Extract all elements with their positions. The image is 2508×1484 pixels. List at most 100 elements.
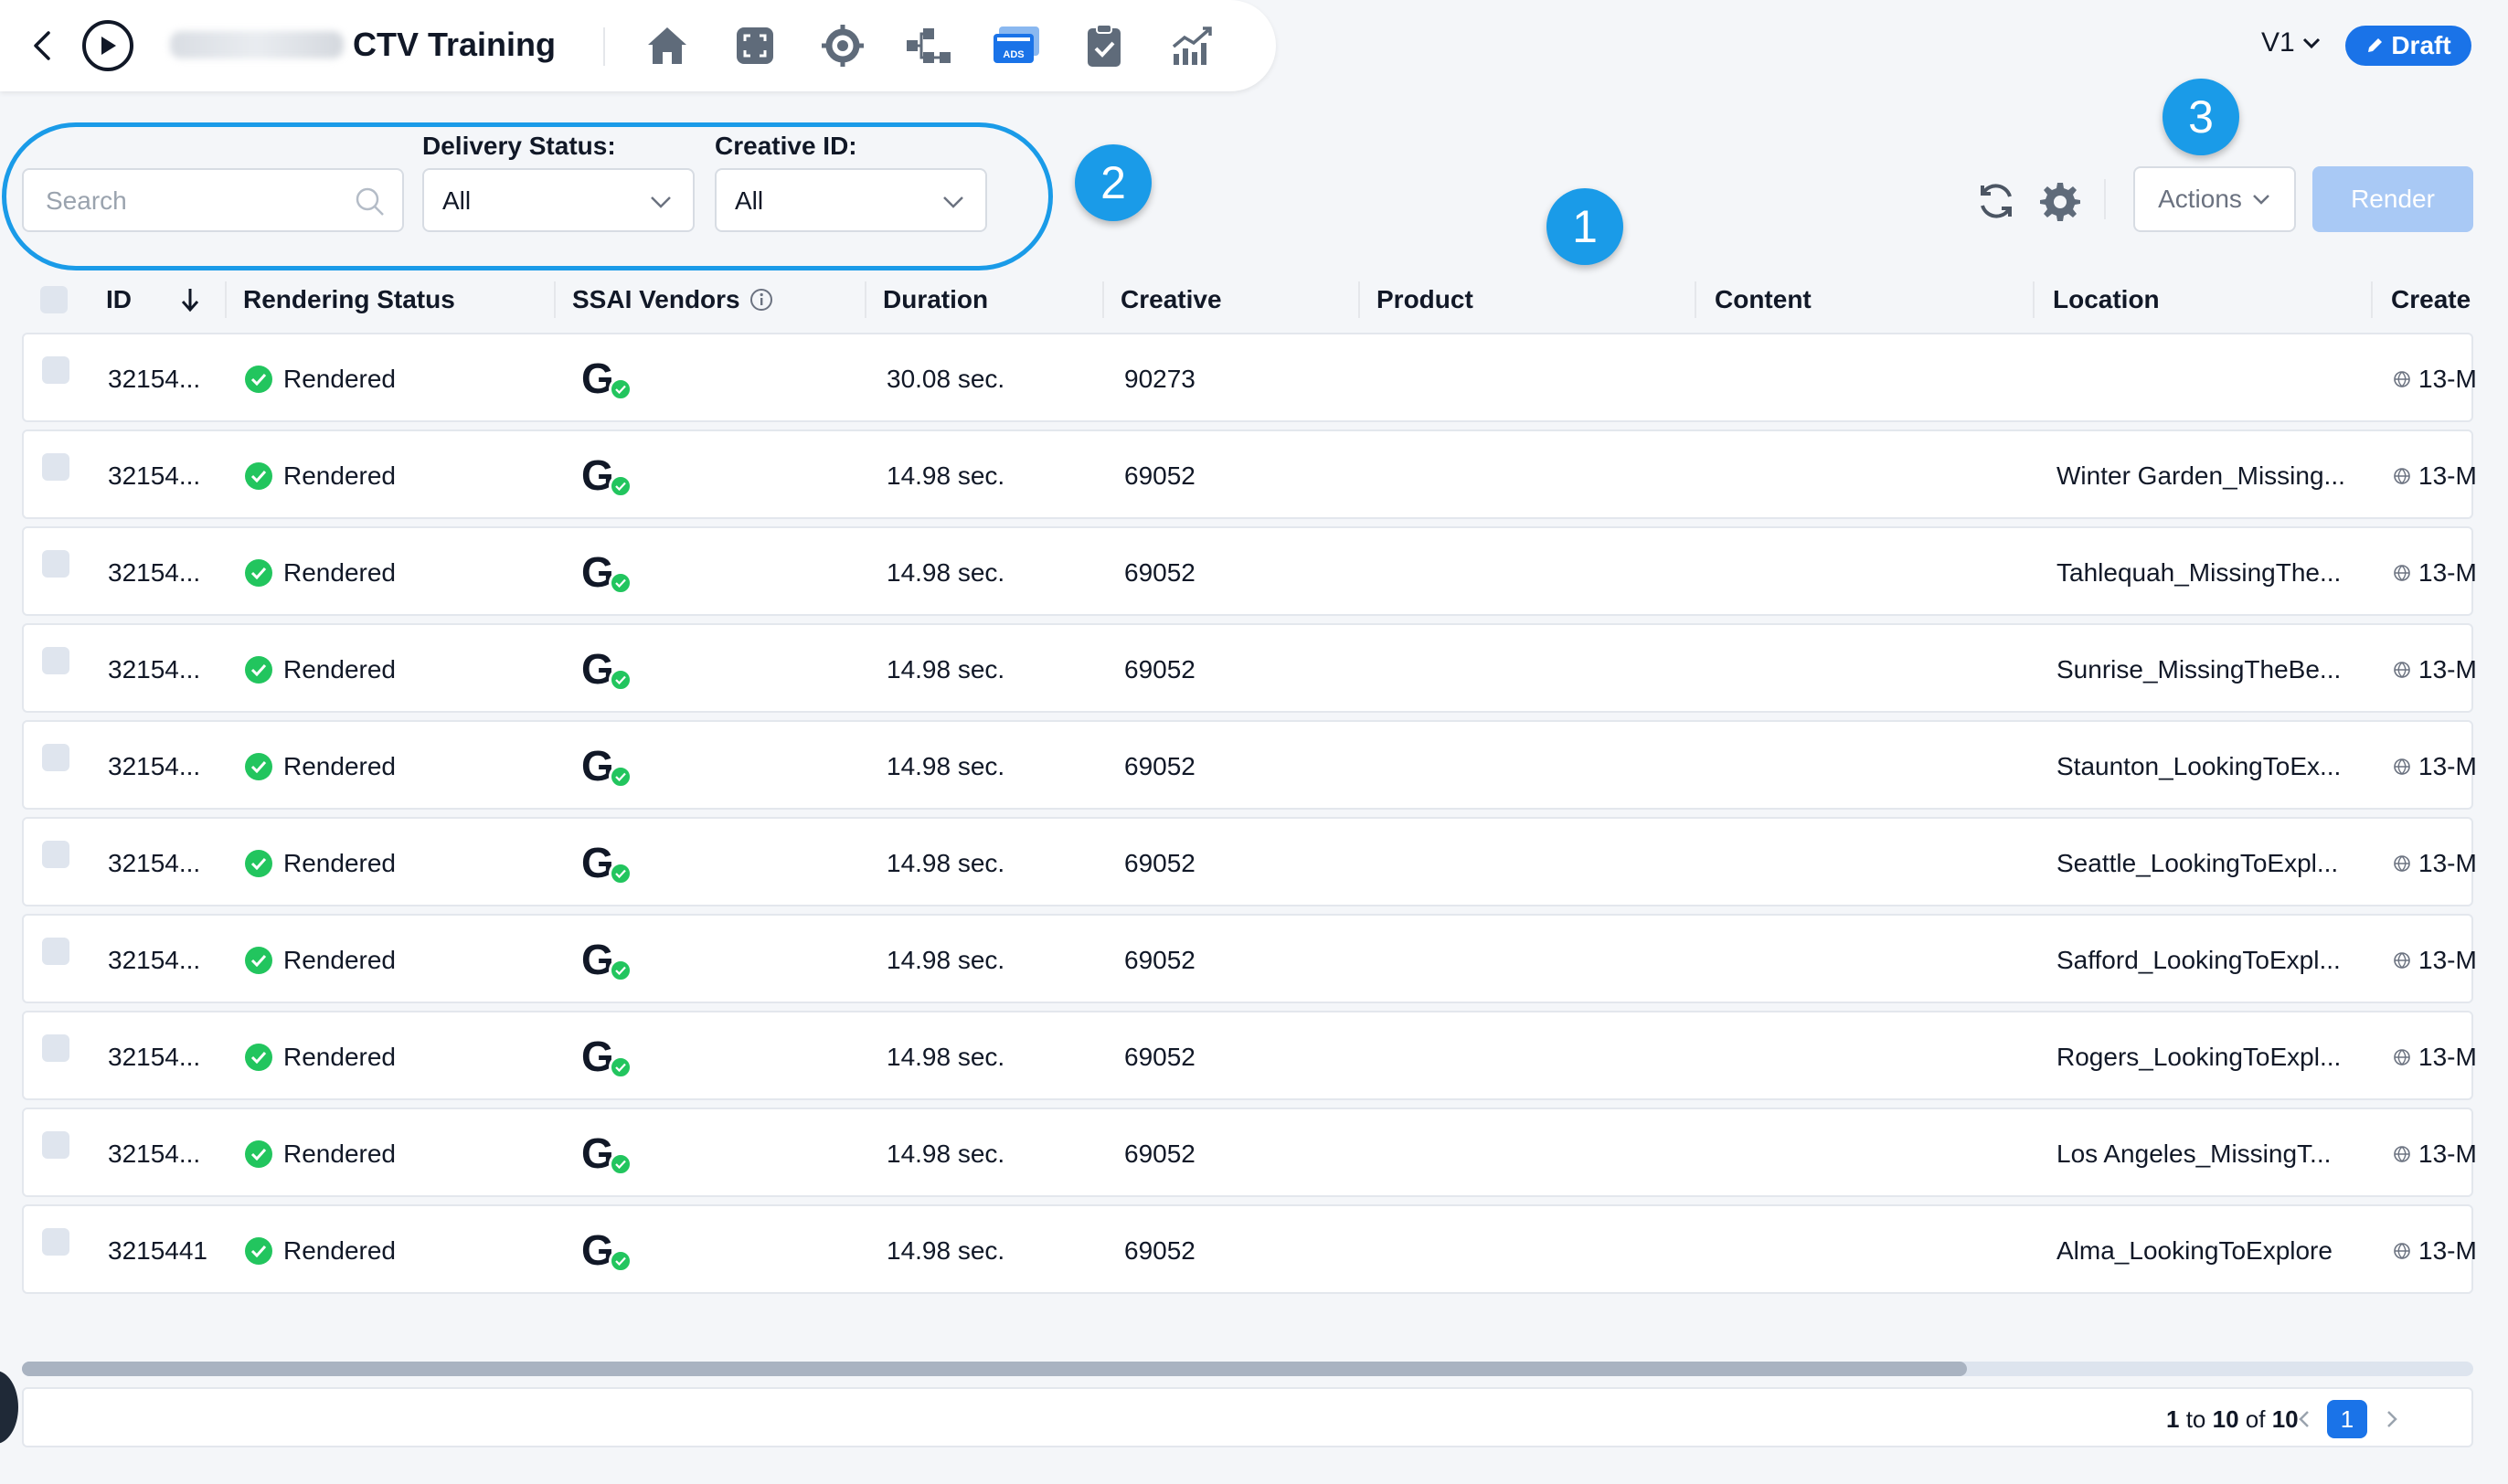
home-icon[interactable]	[642, 20, 693, 71]
annotation-badge-3: 3	[2163, 79, 2239, 155]
chevron-right-icon[interactable]	[2378, 1405, 2406, 1433]
created-date: 13-M	[2418, 1236, 2477, 1265]
cell-ssai-vendor: G	[581, 625, 632, 715]
table-row[interactable]: 32154... Rendered G 14.98 sec. 69052 Rog…	[22, 1011, 2477, 1100]
globe-icon	[2394, 758, 2410, 775]
column-header-created[interactable]: Create	[2391, 272, 2471, 327]
vendor-check-icon	[609, 474, 632, 498]
vendor-check-icon	[609, 1152, 632, 1176]
column-header-product[interactable]: Product	[1376, 272, 1473, 327]
info-icon[interactable]	[749, 288, 773, 312]
column-header-id[interactable]: ID	[106, 272, 132, 327]
back-arrow-icon[interactable]	[22, 26, 62, 66]
draft-button[interactable]: Draft	[2345, 26, 2471, 66]
status-text: Rendered	[283, 849, 396, 877]
horizontal-scrollbar-thumb[interactable]	[22, 1362, 1967, 1376]
table-row[interactable]: 32154... Rendered G 14.98 sec. 69052 Los…	[22, 1108, 2477, 1199]
google-vendor-icon: G	[581, 354, 632, 405]
row-checkbox[interactable]	[42, 938, 69, 965]
check-circle-icon	[245, 1044, 272, 1071]
vendor-check-icon	[609, 571, 632, 595]
column-divider	[1102, 281, 1104, 318]
focus-frame-icon[interactable]	[729, 20, 781, 71]
column-divider	[225, 281, 227, 318]
cell-id: 32154...	[108, 849, 201, 877]
column-header-content[interactable]: Content	[1715, 272, 1812, 327]
sort-descending-icon[interactable]	[179, 272, 201, 327]
cell-rendering-status: Rendered	[245, 1109, 396, 1199]
row-checkbox[interactable]	[42, 356, 69, 384]
refresh-icon[interactable]	[1974, 179, 2018, 223]
cell-ssai-vendor: G	[581, 528, 632, 618]
chevron-left-icon[interactable]	[2290, 1405, 2318, 1433]
analytics-chart-icon[interactable]	[1166, 20, 1217, 71]
row-checkbox[interactable]	[42, 453, 69, 481]
row-checkbox[interactable]	[42, 841, 69, 868]
clipboard-check-icon[interactable]	[1079, 20, 1130, 71]
status-text: Rendered	[283, 1236, 396, 1265]
pagination-current-page[interactable]: 1	[2327, 1400, 2367, 1438]
google-vendor-icon: G	[581, 1225, 632, 1277]
created-date: 13-M	[2418, 365, 2477, 393]
cell-duration: 14.98 sec.	[887, 461, 1005, 490]
hierarchy-icon[interactable]	[903, 20, 954, 71]
search-input[interactable]	[46, 186, 338, 216]
column-header-location[interactable]: Location	[2053, 272, 2160, 327]
table-row[interactable]: 3215441 Rendered G 14.98 sec. 69052 Alma…	[22, 1204, 2477, 1294]
table-row[interactable]: 32154... Rendered G 14.98 sec. 69052 Saf…	[22, 914, 2477, 1003]
delivery-status-select[interactable]: All	[422, 168, 695, 232]
cell-location: Staunton_LookingToEx...	[2056, 752, 2342, 780]
table-footer: 1 to 10 of 10 1	[22, 1387, 2473, 1447]
created-date: 13-M	[2418, 558, 2477, 587]
cell-creative: 69052	[1124, 752, 1196, 780]
select-all-checkbox[interactable]	[40, 272, 68, 327]
gear-icon[interactable]	[2038, 179, 2082, 223]
row-checkbox[interactable]	[42, 1034, 69, 1062]
cell-created: 13-M	[2393, 625, 2477, 715]
table-row[interactable]: 32154... Rendered G 14.98 sec. 69052 Sea…	[22, 817, 2477, 906]
globe-icon	[2394, 855, 2410, 872]
status-text: Rendered	[283, 558, 396, 587]
table-row[interactable]: 32154... Rendered G 14.98 sec. 69052 Win…	[22, 429, 2477, 519]
table-row[interactable]: 32154... Rendered G 14.98 sec. 69052 Sun…	[22, 623, 2477, 715]
table-row[interactable]: 32154... Rendered G 14.98 sec. 69052 Tah…	[22, 526, 2477, 618]
status-text: Rendered	[283, 1043, 396, 1071]
cell-location: Safford_LookingToExpl...	[2056, 946, 2341, 974]
column-header-rendering-status[interactable]: Rendering Status	[243, 272, 455, 327]
creative-id-select[interactable]: All	[715, 168, 987, 232]
row-checkbox[interactable]	[42, 550, 69, 578]
row-checkbox[interactable]	[42, 1131, 69, 1159]
version-selector[interactable]: V1	[2261, 27, 2321, 58]
row-checkbox[interactable]	[42, 647, 69, 674]
status-text: Rendered	[283, 1140, 396, 1168]
column-header-duration[interactable]: Duration	[883, 272, 988, 327]
column-divider	[2033, 281, 2035, 318]
check-circle-icon	[245, 656, 272, 684]
column-header-ssai-vendors[interactable]: SSAI Vendors	[572, 272, 773, 327]
cell-duration: 30.08 sec.	[887, 365, 1005, 393]
floating-help-button[interactable]	[0, 1371, 18, 1444]
cell-created: 13-M	[2393, 528, 2477, 618]
table-row[interactable]: 32154... Rendered G 14.98 sec. 69052 Sta…	[22, 720, 2477, 811]
target-icon[interactable]	[817, 20, 868, 71]
cell-id: 32154...	[108, 1140, 201, 1168]
column-divider	[2371, 281, 2373, 318]
render-button[interactable]: Render	[2312, 166, 2473, 232]
table-row[interactable]: 32154... Rendered G 30.08 sec. 90273 13-…	[22, 333, 2477, 422]
cell-duration: 14.98 sec.	[887, 752, 1005, 780]
cell-rendering-status: Rendered	[245, 722, 396, 811]
vendor-check-icon	[609, 1249, 632, 1273]
created-date: 13-M	[2418, 946, 2477, 974]
ads-icon[interactable]: ADS	[991, 20, 1042, 71]
play-icon[interactable]	[82, 20, 133, 71]
pagination-to: 10	[2212, 1405, 2239, 1433]
check-circle-icon	[245, 559, 272, 587]
row-checkbox[interactable]	[42, 744, 69, 771]
cell-duration: 14.98 sec.	[887, 655, 1005, 684]
column-header-creative[interactable]: Creative	[1121, 272, 1222, 327]
google-vendor-icon: G	[581, 1129, 632, 1180]
actions-dropdown-button[interactable]: Actions	[2133, 166, 2296, 232]
row-checkbox[interactable]	[42, 1228, 69, 1256]
created-date: 13-M	[2418, 752, 2477, 780]
search-field[interactable]	[22, 168, 404, 232]
